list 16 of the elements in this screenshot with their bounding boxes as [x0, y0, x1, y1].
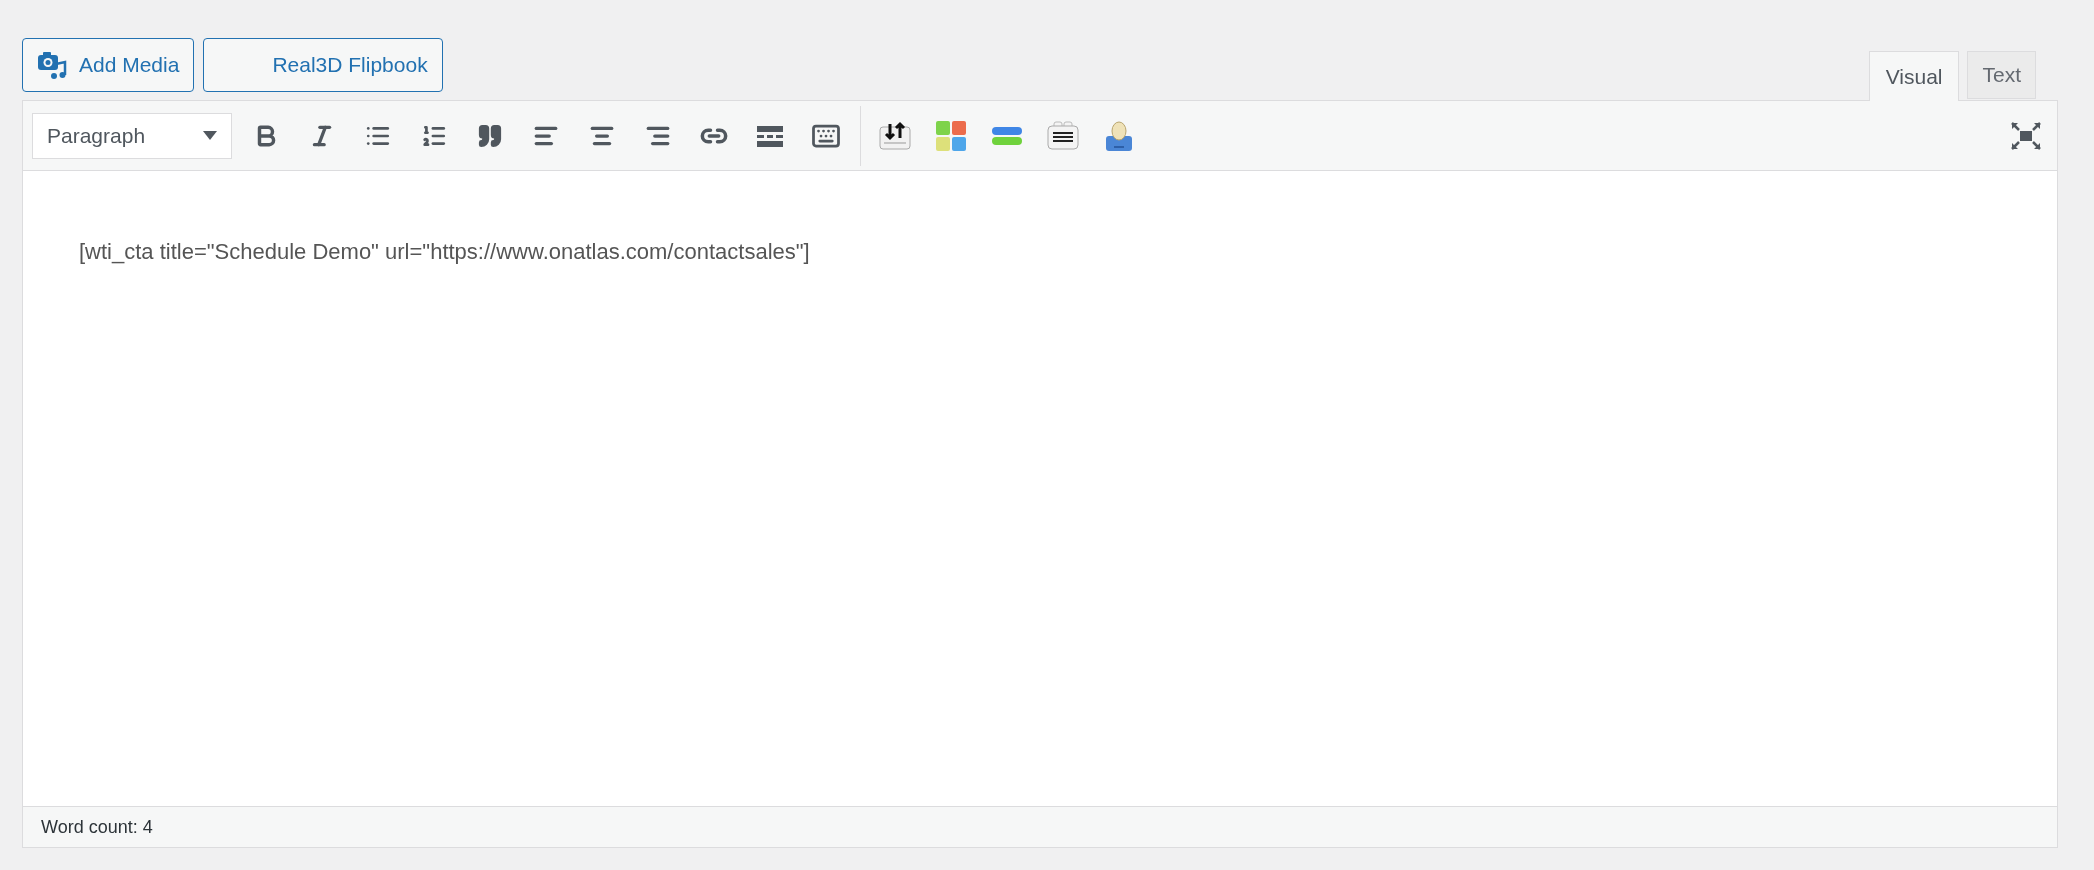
- color-grid-icon: [935, 119, 967, 152]
- editor-tab[interactable]: Visual: [1868, 51, 1960, 101]
- fullscreen-icon: [2011, 121, 2041, 150]
- word-count: Word count: 4: [41, 815, 153, 839]
- user-icon: [1105, 119, 1133, 152]
- camera-music-icon: [37, 50, 67, 80]
- text-lines-icon: [1046, 120, 1080, 151]
- shortcode-text: [wti_cta title="Schedule Demo" url="https://www.onatlas.com/contactsales"]: [79, 238, 811, 266]
- format-select[interactable]: Paragraph: [32, 112, 232, 159]
- dropdown-caret-icon: [203, 131, 217, 140]
- editor-tab[interactable]: Text: [1967, 51, 2036, 99]
- flipbook-button[interactable]: Real3D Flipbook: [203, 38, 443, 92]
- add-media-button[interactable]: Add Media: [22, 38, 195, 92]
- stacked-bars-icon: [991, 124, 1023, 147]
- import-export-icon: [878, 120, 912, 151]
- blockquote-icon: [477, 122, 503, 149]
